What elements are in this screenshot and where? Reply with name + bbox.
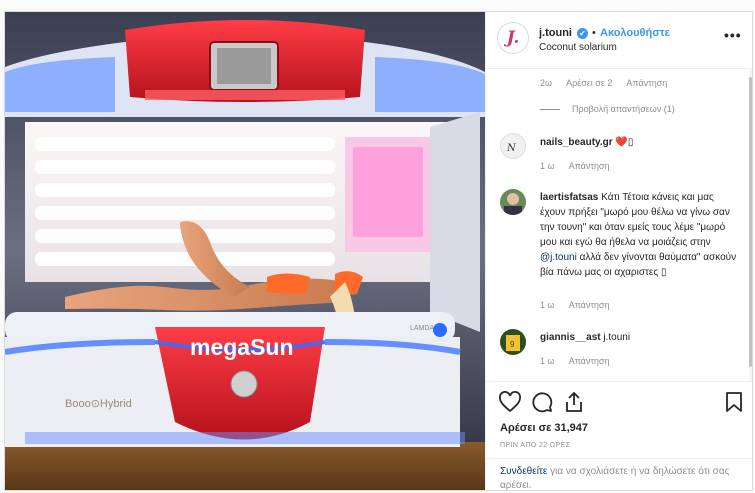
emoji-glyph: ▯ bbox=[661, 267, 667, 278]
view-replies-button[interactable]: Προβολή απαντήσεων (1) bbox=[540, 104, 675, 114]
side-logo: Booo⊙Hybrid bbox=[65, 398, 132, 410]
heart-icon[interactable] bbox=[498, 390, 522, 414]
comment-meta: 1 ω Απάντηση bbox=[540, 161, 621, 171]
more-options-icon[interactable]: ••• bbox=[724, 27, 742, 43]
brand-logo: megaSun bbox=[190, 334, 294, 360]
post-side-panel: J. j.touni ✔ • Ακολουθήστε Coconut solar… bbox=[485, 12, 752, 491]
avatar[interactable]: 9 bbox=[500, 329, 526, 355]
login-link[interactable]: Συνδεθείτε bbox=[500, 466, 547, 477]
comment-meta: 1 ω Απάντηση bbox=[540, 356, 621, 366]
comment-age: 1 ω bbox=[540, 356, 555, 366]
avatar[interactable]: N bbox=[500, 133, 526, 159]
comment-meta: 1 ω Απάντηση bbox=[540, 300, 621, 310]
team-jersey-icon: 9 bbox=[506, 335, 520, 351]
svg-text:N: N bbox=[506, 143, 517, 154]
emoji-glyph: ▯ bbox=[627, 137, 634, 148]
solarium-photo: megaSun Booo⊙Hybrid LAMDA bbox=[5, 12, 485, 490]
follow-button[interactable]: Ακολουθήστε bbox=[600, 27, 670, 39]
mention-link[interactable]: @j.touni bbox=[540, 252, 577, 263]
comment-item: laertisfatsas Κάτι Τέτοια κάνεις και μας… bbox=[540, 190, 740, 280]
comment-username[interactable]: giannis__ast bbox=[540, 332, 601, 343]
comment-username[interactable]: laertisfatsas bbox=[540, 192, 598, 203]
divider bbox=[540, 109, 560, 111]
scrollbar-thumb[interactable] bbox=[749, 77, 752, 367]
username-link[interactable]: j.touni bbox=[539, 27, 572, 39]
avatar[interactable]: J. bbox=[497, 22, 529, 54]
share-icon[interactable] bbox=[562, 390, 586, 414]
nails-logo-icon: N bbox=[506, 143, 517, 154]
bookmark-icon[interactable] bbox=[722, 390, 746, 414]
reply-button[interactable]: Απάντηση bbox=[569, 300, 610, 310]
likes-count[interactable]: Αρέσει σε 31,947 bbox=[500, 422, 588, 434]
post-header: J. j.touni ✔ • Ακολουθήστε Coconut solar… bbox=[486, 12, 752, 69]
location-link[interactable]: Coconut solarium bbox=[539, 42, 617, 53]
post-time[interactable]: ΠΡΙΝ ΑΠΟ 22 ΩΡΕΣ bbox=[500, 442, 570, 449]
comment-likes[interactable]: Αρέσει σε 2 bbox=[566, 78, 612, 88]
avatar[interactable] bbox=[500, 189, 526, 215]
comment-username[interactable]: nails_beauty.gr bbox=[540, 137, 613, 148]
post-photo[interactable]: megaSun Booo⊙Hybrid LAMDA bbox=[5, 12, 485, 490]
comment-icon[interactable] bbox=[530, 390, 554, 414]
login-prompt: Συνδεθείτε για να σχολιάσετε ή να δηλώσε… bbox=[486, 458, 752, 492]
comment-item: giannis__ast j.touni bbox=[540, 330, 740, 345]
comment-meta: 2ω Αρέσει σε 2 Απάντηση bbox=[540, 78, 679, 88]
svg-text:9: 9 bbox=[510, 340, 515, 349]
reply-button[interactable]: Απάντηση bbox=[626, 78, 667, 88]
verified-icon: ✔ bbox=[577, 28, 588, 39]
comment-age: 1 ω bbox=[540, 300, 555, 310]
comment-age: 2ω bbox=[540, 78, 553, 88]
comment-age: 1 ω bbox=[540, 161, 555, 171]
post-card: megaSun Booo⊙Hybrid LAMDA J. j.touni ✔ •… bbox=[4, 11, 753, 491]
reply-button[interactable]: Απάντηση bbox=[569, 356, 610, 366]
reply-button[interactable]: Απάντηση bbox=[569, 161, 610, 171]
user-photo-icon bbox=[504, 193, 522, 215]
comment-item: nails_beauty.gr ❤️▯ bbox=[540, 135, 740, 150]
comment-text: ❤️ bbox=[615, 137, 628, 148]
post-actions: Αρέσει σε 31,947 ΠΡΙΝ ΑΠΟ 22 ΩΡΕΣ Συνδεθ… bbox=[486, 381, 752, 491]
comments-list[interactable]: 2ω Αρέσει σε 2 Απάντηση Προβολή απαντήσε… bbox=[486, 69, 752, 381]
separator: • bbox=[592, 27, 596, 39]
lamp-label: LAMDA bbox=[410, 325, 434, 332]
comment-text: j.touni bbox=[603, 332, 631, 343]
